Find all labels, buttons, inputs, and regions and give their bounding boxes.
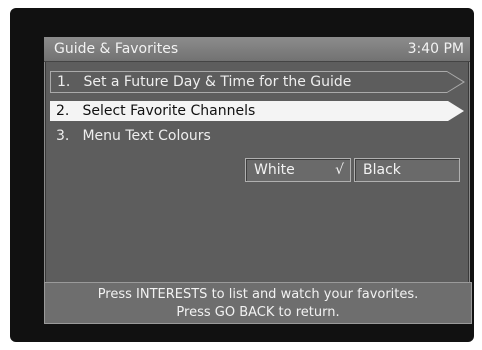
arrow-fill-icon [447,72,463,92]
help-text-line-1: Press INTERESTS to list and watch your f… [97,287,419,302]
colour-option-white[interactable]: White √ [245,158,351,182]
header-bar: Guide & Favorites 3:40 PM [44,37,470,62]
menu-item-number: 3. [56,128,70,144]
menu-item-label: Menu Text Colours [82,128,211,144]
menu-item-label: Set a Future Day & Time for the Guide [83,74,352,90]
menu-item-label: Select Favorite Channels [82,103,256,119]
menu-item-number: 2. [56,103,70,119]
option-label: Black [363,162,401,178]
selection-arrow-icon [448,101,464,121]
menu-item-number: 1. [57,74,71,90]
clock-time: 3:40 PM [407,41,464,57]
colour-option-black[interactable]: Black [354,158,460,182]
option-label: White [254,162,295,178]
checkmark-icon: √ [335,162,344,178]
help-footer: Press INTERESTS to list and watch your f… [44,282,472,324]
menu-item-future-day-time[interactable]: 1. Set a Future Day & Time for the Guide [50,71,465,93]
help-text-line-2: Press GO BACK to return. [176,305,340,320]
menu-item-favorite-channels[interactable]: 2. Select Favorite Channels [50,101,464,121]
page-title: Guide & Favorites [54,41,179,57]
menu-item-text-colours[interactable]: 3. Menu Text Colours [50,126,211,146]
